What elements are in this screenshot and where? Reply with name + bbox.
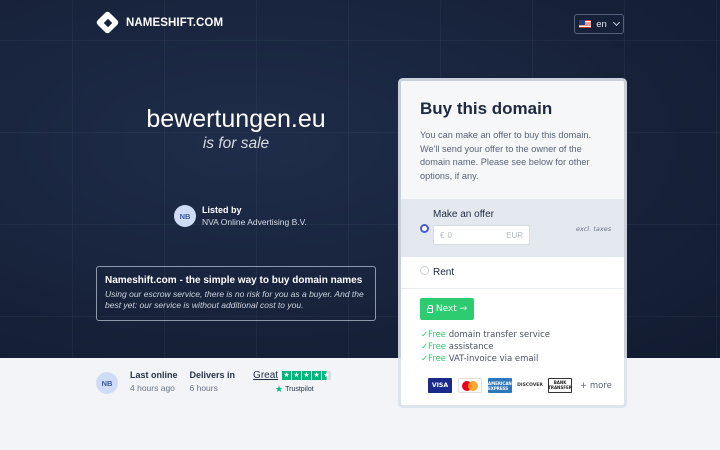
listed-by-label: Listed by (202, 205, 242, 215)
mastercard-icon (458, 378, 482, 393)
info-body: Using our escrow service, there is no ri… (105, 289, 364, 311)
currency-code: EUR (506, 230, 523, 240)
check-icon: ✓ (421, 354, 429, 364)
logo[interactable]: NAMESHIFT.COM (95, 10, 224, 35)
tax-note: excl. taxes (576, 225, 612, 233)
offer-amount-placeholder: 0 (447, 230, 452, 240)
for-sale-tagline: is for sale (202, 135, 270, 152)
feature-item: ✓Free domain transfer service (421, 330, 551, 340)
star-icon: ★ (302, 371, 312, 380)
trustpilot-rating-word: Great (253, 370, 279, 381)
make-offer-label: Make an offer (433, 209, 494, 220)
star-half-icon: ★ (322, 371, 332, 380)
delivers-in: Delivers in 6 hours (189, 370, 236, 393)
trustpilot-brand: Trustpilot (285, 386, 314, 393)
seller-stats: NB Last online 4 hours ago Delivers in 6… (96, 370, 332, 395)
seller-name: NVA Online Advertising B.V. (202, 217, 307, 227)
feature-item: ✓Free assistance (421, 342, 494, 352)
language-label: en (596, 18, 607, 30)
us-flag-icon (579, 20, 592, 28)
card-title: Buy this domain (420, 99, 553, 118)
payment-methods: VISA AMERICAN EXPRESS DISCOVER BANK TRAN… (428, 378, 612, 393)
rent-radio[interactable] (420, 266, 429, 275)
currency-symbol: € (440, 230, 445, 240)
info-box: Nameshift.com - the simple way to buy do… (96, 266, 376, 321)
seller-avatar: NB (174, 205, 196, 227)
next-button[interactable]: Next → (420, 298, 474, 320)
next-button-label: Next → (435, 304, 468, 314)
language-selector[interactable]: en (574, 14, 624, 34)
logo-icon (95, 10, 120, 35)
rent-label: Rent (433, 267, 455, 278)
info-title: Nameshift.com - the simple way to buy do… (105, 275, 363, 286)
visa-icon: VISA (428, 378, 452, 393)
offer-amount-input[interactable]: € 0 EUR (433, 225, 530, 245)
listed-by: NB Listed by NVA Online Advertising B.V. (174, 205, 307, 227)
check-icon: ✓ (421, 330, 429, 340)
discover-icon: DISCOVER (517, 378, 543, 393)
amex-icon: AMERICAN EXPRESS (488, 378, 512, 393)
seller-avatar-small: NB (96, 372, 118, 394)
lock-icon (426, 305, 434, 313)
trustpilot-star-icon: ★ (275, 384, 284, 394)
rent-option[interactable]: Rent (401, 257, 624, 289)
last-online: Last online 4 hours ago (130, 370, 178, 393)
features-list: ✓Free domain transfer service ✓Free assi… (421, 329, 550, 365)
trustpilot-stars: ★ ★ ★ ★ ★ (282, 371, 332, 380)
star-icon: ★ (312, 371, 322, 380)
card-description: You can make an offer to buy this domain… (420, 130, 592, 181)
brand-name: NAMESHIFT.COM (126, 17, 224, 29)
bank-transfer-icon: BANK TRANSFER (548, 378, 572, 393)
star-icon: ★ (282, 371, 292, 380)
more-payments: + more (580, 380, 612, 391)
feature-item: ✓Free VAT-invoice via email (421, 354, 539, 364)
check-icon: ✓ (421, 342, 429, 352)
make-offer-radio[interactable] (420, 224, 429, 233)
star-icon: ★ (292, 371, 302, 380)
chevron-down-icon (612, 18, 620, 27)
trustpilot-widget[interactable]: Great ★ ★ ★ ★ ★ ★ Trustpilot (253, 370, 332, 395)
domain-title: bewertungen.eu (146, 105, 326, 133)
